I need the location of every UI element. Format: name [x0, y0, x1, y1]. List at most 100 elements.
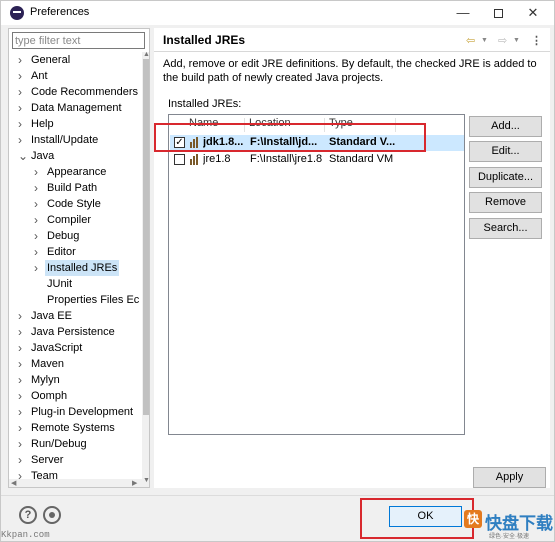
sidebar-item-appearance[interactable]: › Appearance [9, 164, 143, 180]
sidebar-item-label: Compiler [47, 214, 92, 226]
sidebar-item-label: Java Persistence [31, 326, 115, 338]
sidebar-item-mylyn[interactable]: › Mylyn [9, 372, 143, 388]
tree-horizontal-scrollbar[interactable]: ◀ ▶ [9, 479, 142, 487]
sidebar-item-label: Code Style [47, 198, 101, 210]
back-arrow-icon[interactable]: ⇦ [466, 34, 475, 47]
collapsed-chevron-icon[interactable]: › [18, 372, 22, 388]
back-menu-chevron-icon[interactable]: ▼ [481, 37, 488, 44]
add-button[interactable]: Add... [469, 116, 542, 137]
page-title: Installed JREs [163, 33, 246, 47]
sidebar-item-label: Editor [47, 246, 76, 258]
maximize-icon [493, 9, 503, 19]
tree-scroll-thumb[interactable] [143, 59, 149, 415]
view-menu-icon[interactable]: ⋮ [531, 34, 542, 47]
import-export-icon[interactable] [43, 506, 61, 524]
sidebar-item-java[interactable]: ⌄ Java [9, 148, 143, 164]
sidebar-item-run-debug[interactable]: › Run/Debug [9, 436, 143, 452]
collapsed-chevron-icon[interactable]: › [18, 68, 22, 84]
collapsed-chevron-icon[interactable]: › [34, 260, 38, 276]
sidebar-item-java-ee[interactable]: › Java EE [9, 308, 143, 324]
collapsed-chevron-icon[interactable]: › [18, 452, 22, 468]
sidebar-item-label: Ant [31, 70, 48, 82]
sidebar-item-code-recommenders[interactable]: › Code Recommenders [9, 84, 143, 100]
apply-button[interactable]: Apply [473, 467, 546, 488]
collapsed-chevron-icon[interactable]: › [18, 84, 22, 100]
scroll-up-icon[interactable]: ▲ [143, 51, 149, 58]
sidebar-item-label: Data Management [31, 102, 122, 114]
collapsed-chevron-icon[interactable]: › [18, 404, 22, 420]
sidebar-item-data-management[interactable]: › Data Management [9, 100, 143, 116]
minimize-button[interactable]: — [447, 1, 479, 25]
sidebar-item-label: Help [31, 118, 54, 130]
sidebar-item-plug-in-development[interactable]: › Plug-in Development [9, 404, 143, 420]
collapsed-chevron-icon[interactable]: › [34, 212, 38, 228]
sidebar-item-ant[interactable]: › Ant [9, 68, 143, 84]
collapsed-chevron-icon[interactable]: › [18, 356, 22, 372]
sidebar-item-junit[interactable]: JUnit [9, 276, 143, 292]
expanded-chevron-icon[interactable]: ⌄ [18, 148, 28, 164]
sidebar-item-label: General [31, 54, 71, 66]
collapsed-chevron-icon[interactable]: › [18, 324, 22, 340]
sidebar-item-install-update[interactable]: › Install/Update [9, 132, 143, 148]
tree-vertical-scrollbar[interactable]: ▲ ▼ [142, 51, 149, 487]
collapsed-chevron-icon[interactable]: › [34, 244, 38, 260]
sidebar-item-maven[interactable]: › Maven [9, 356, 143, 372]
sidebar-item-build-path[interactable]: › Build Path [9, 180, 143, 196]
collapsed-chevron-icon[interactable]: › [34, 228, 38, 244]
scroll-down-icon[interactable]: ▼ [143, 477, 149, 484]
brand-logo-icon: 快 [464, 510, 482, 528]
sidebar-item-properties-files-ec[interactable]: Properties Files Ec [9, 292, 143, 308]
collapsed-chevron-icon[interactable]: › [18, 116, 22, 132]
sidebar-item-remote-systems[interactable]: › Remote Systems [9, 420, 143, 436]
watermark-logo: 快 快盘下载 绿色·安全·极速 [464, 508, 554, 542]
maximize-button[interactable] [482, 1, 514, 25]
sidebar-item-code-style[interactable]: › Code Style [9, 196, 143, 212]
sidebar-item-label: Oomph [31, 390, 68, 402]
watermark-brand-sub: 绿色·安全·极速 [489, 534, 529, 540]
jre-checkbox-jre[interactable] [174, 154, 185, 165]
collapsed-chevron-icon[interactable]: › [18, 340, 22, 356]
sidebar-item-general[interactable]: › General [9, 52, 143, 68]
collapsed-chevron-icon[interactable]: › [18, 132, 22, 148]
sidebar-item-oomph[interactable]: › Oomph [9, 388, 143, 404]
jre-library-icon [189, 154, 200, 165]
sidebar-item-server[interactable]: › Server [9, 452, 143, 468]
edit-button[interactable]: Edit... [469, 141, 542, 162]
sidebar-item-label: Install/Update [31, 134, 99, 146]
scroll-left-icon[interactable]: ◀ [11, 479, 16, 487]
sidebar-item-label: Build Path [47, 182, 98, 194]
help-icon[interactable]: ? [19, 506, 37, 524]
search-button[interactable]: Search... [469, 218, 542, 239]
collapsed-chevron-icon[interactable]: › [34, 164, 38, 180]
sidebar-item-label: Java EE [31, 310, 72, 322]
collapsed-chevron-icon[interactable]: › [18, 436, 22, 452]
filter-input[interactable] [12, 32, 145, 49]
forward-arrow-icon[interactable]: ⇨ [498, 34, 507, 47]
sidebar-item-help[interactable]: › Help [9, 116, 143, 132]
title-bar: Preferences — ✕ [1, 1, 554, 25]
sidebar-item-java-persistence[interactable]: › Java Persistence [9, 324, 143, 340]
sidebar-item-debug[interactable]: › Debug [9, 228, 143, 244]
annotation-highlight-ok-button [360, 498, 474, 539]
collapsed-chevron-icon[interactable]: › [18, 420, 22, 436]
close-button[interactable]: ✕ [517, 1, 549, 25]
sidebar-item-label: Mylyn [31, 374, 60, 386]
sidebar-item-editor[interactable]: › Editor [9, 244, 143, 260]
collapsed-chevron-icon[interactable]: › [18, 388, 22, 404]
jre-row-jre[interactable]: jre1.8 F:\Install\jre1.8 Standard VM [170, 152, 464, 168]
header-divider [154, 51, 550, 52]
collapsed-chevron-icon[interactable]: › [34, 196, 38, 212]
remove-button[interactable]: Remove [469, 192, 542, 213]
collapsed-chevron-icon[interactable]: › [18, 100, 22, 116]
sidebar-item-javascript[interactable]: › JavaScript [9, 340, 143, 356]
collapsed-chevron-icon[interactable]: › [18, 308, 22, 324]
preference-page: Installed JREs ⇦ ▼ ⇨ ▼ ⋮ Add, remove or … [154, 28, 550, 488]
collapsed-chevron-icon[interactable]: › [34, 180, 38, 196]
scroll-right-icon[interactable]: ▶ [132, 479, 137, 487]
sidebar-item-installed-jres[interactable]: › Installed JREs [9, 260, 143, 276]
collapsed-chevron-icon[interactable]: › [18, 52, 22, 68]
duplicate-button[interactable]: Duplicate... [469, 167, 542, 188]
sidebar-item-label: Plug-in Development [31, 406, 134, 418]
sidebar-item-compiler[interactable]: › Compiler [9, 212, 143, 228]
forward-menu-chevron-icon[interactable]: ▼ [513, 37, 520, 44]
